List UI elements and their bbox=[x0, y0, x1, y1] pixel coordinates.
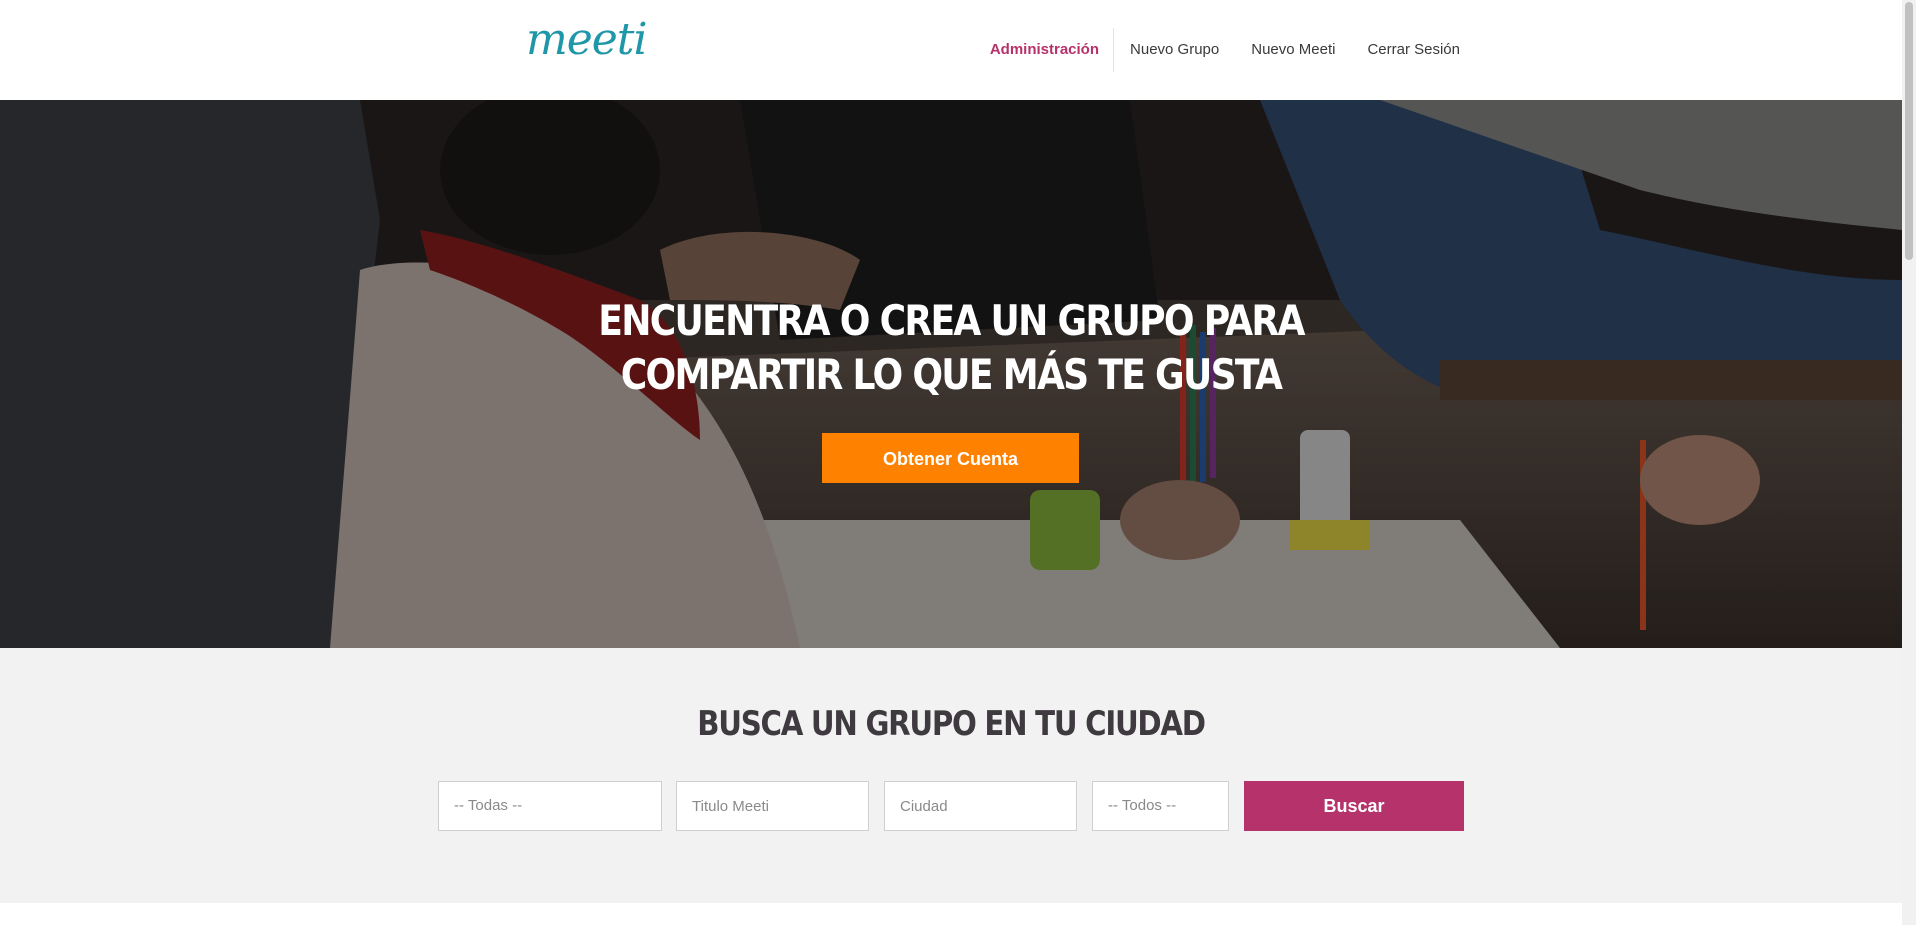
main-nav: Administración Nuevo Grupo Nuevo Meeti C… bbox=[974, 0, 1476, 100]
category-select[interactable]: -- Todas -- bbox=[438, 781, 662, 831]
nav-nuevo-grupo[interactable]: Nuevo Grupo bbox=[1114, 28, 1235, 72]
hero-title-line-2: compartir lo que más te gusta bbox=[620, 350, 1283, 399]
title-search-input[interactable] bbox=[676, 781, 869, 831]
search-section: Busca un grupo en tu ciudad -- Todas -- … bbox=[0, 648, 1902, 903]
content-start bbox=[0, 903, 1902, 925]
nav-cerrar-sesion[interactable]: Cerrar Sesión bbox=[1351, 28, 1476, 72]
page: meeti Administración Nuevo Grupo Nuevo M… bbox=[0, 0, 1916, 925]
obtener-cuenta-button[interactable]: Obtener Cuenta bbox=[822, 433, 1079, 483]
hero-banner: Encuentra o crea un grupo para compartir… bbox=[0, 100, 1902, 648]
city-input[interactable] bbox=[884, 781, 1077, 831]
nav-administracion[interactable]: Administración bbox=[974, 28, 1115, 72]
logo[interactable]: meeti bbox=[526, 18, 648, 62]
site-header: meeti Administración Nuevo Grupo Nuevo M… bbox=[0, 0, 1902, 100]
search-title: Busca un grupo en tu ciudad bbox=[697, 704, 1206, 744]
nav-nuevo-meeti[interactable]: Nuevo Meeti bbox=[1235, 28, 1351, 72]
hero-title-line-1: Encuentra o crea un grupo para bbox=[598, 296, 1305, 345]
scrollbar-thumb[interactable] bbox=[1905, 2, 1913, 260]
country-select[interactable]: -- Todos -- bbox=[1092, 781, 1229, 831]
hero-title: Encuentra o crea un grupo para compartir… bbox=[133, 294, 1769, 402]
buscar-button[interactable]: Buscar bbox=[1244, 781, 1464, 831]
page-scrollbar[interactable] bbox=[1902, 0, 1916, 925]
